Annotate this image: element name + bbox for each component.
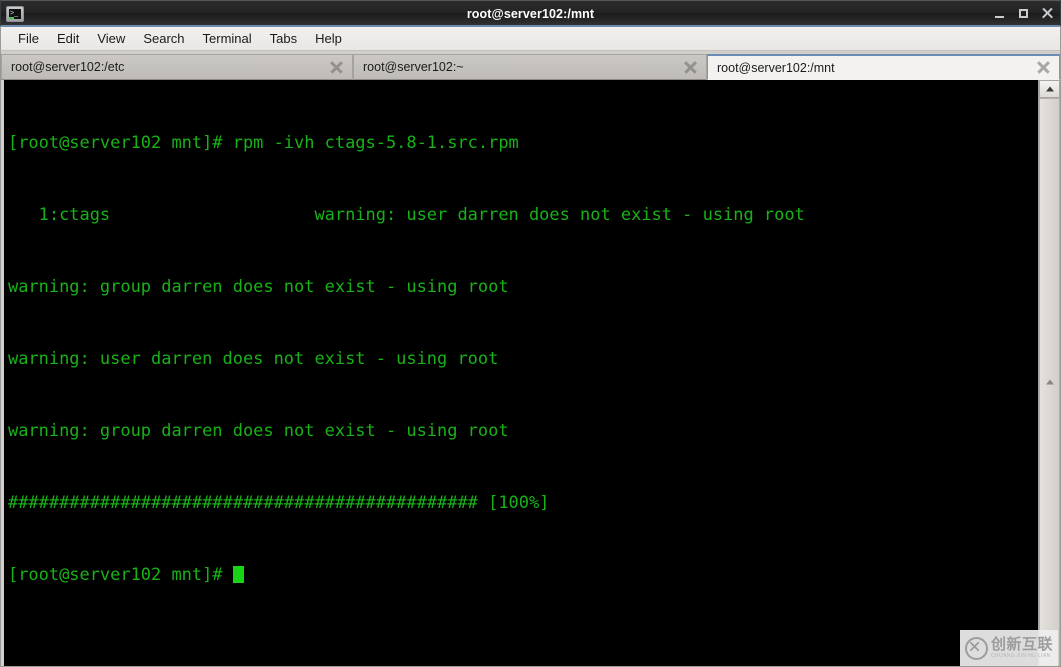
terminal-line: warning: user darren does not exist - us… [8,349,499,369]
terminal-line: 1:ctags warning: user darren does not ex… [8,205,805,225]
terminal-window: >_ root@server102:/mnt File Edit View Se… [0,0,1061,667]
terminal-prompt-text: [root@server102 mnt]# [8,565,233,585]
terminal-icon: >_ [6,5,24,22]
menu-item-search[interactable]: Search [134,29,193,48]
chevron-up-icon[interactable] [1039,80,1060,98]
terminal-line: warning: group darren does not exist - u… [8,277,509,297]
terminal-prompt-line: [root@server102 mnt]# [8,563,1038,587]
window-controls [994,8,1053,19]
terminal-scrollbar[interactable] [1038,80,1060,666]
menu-item-tabs[interactable]: Tabs [261,29,306,48]
tab-root-etc[interactable]: root@server102:/etc [1,54,353,80]
terminal-icon-screen: >_ [9,8,21,19]
menu-item-help[interactable]: Help [306,29,351,48]
terminal-line: warning: group darren does not exist - u… [8,421,509,441]
minimize-icon[interactable] [994,8,1005,19]
tab-label: root@server102:/mnt [717,60,835,75]
tab-label: root@server102:~ [363,60,464,74]
tab-close-icon[interactable] [683,60,698,75]
tab-close-icon[interactable] [1036,60,1051,75]
tab-root-home[interactable]: root@server102:~ [353,54,707,80]
tab-bar: root@server102:/etc root@server102:~ roo… [0,51,1061,80]
terminal-area: [root@server102 mnt]# rpm -ivh ctags-5.8… [0,80,1061,667]
tab-label: root@server102:/etc [11,60,125,74]
terminal-screen[interactable]: [root@server102 mnt]# rpm -ivh ctags-5.8… [4,80,1038,666]
menu-item-file[interactable]: File [9,29,48,48]
terminal-line: ########################################… [8,493,550,513]
tab-root-mnt[interactable]: root@server102:/mnt [707,54,1060,80]
tab-close-icon[interactable] [329,60,344,75]
menu-item-edit[interactable]: Edit [48,29,88,48]
scrollbar-thumb[interactable] [1039,98,1060,666]
terminal-cursor [232,566,244,583]
scrollbar-track[interactable] [1039,98,1060,666]
window-title: root@server102:/mnt [466,6,595,21]
maximize-icon[interactable] [1018,8,1029,19]
menu-item-view[interactable]: View [88,29,134,48]
terminal-output: [root@server102 mnt]# rpm -ivh ctags-5.8… [8,83,1038,635]
menu-bar: File Edit View Search Terminal Tabs Help [0,26,1061,51]
close-icon[interactable] [1042,8,1053,19]
terminal-line: [root@server102 mnt]# rpm -ivh ctags-5.8… [8,133,519,153]
title-bar: >_ root@server102:/mnt [0,0,1061,27]
menu-item-terminal[interactable]: Terminal [194,29,261,48]
